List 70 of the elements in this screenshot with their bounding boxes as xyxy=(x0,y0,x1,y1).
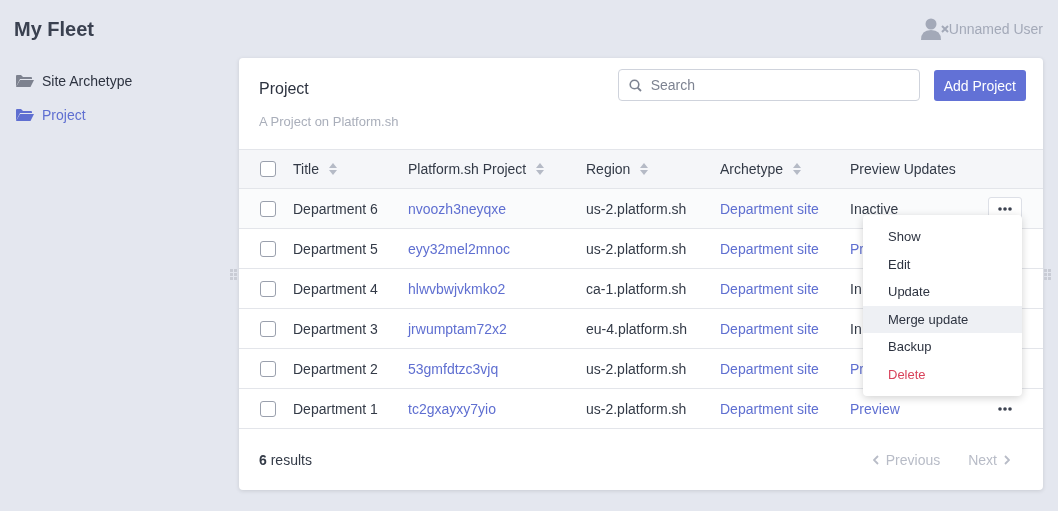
table-cell: Inactive xyxy=(850,200,899,217)
column-header[interactable]: Archetype xyxy=(720,161,802,177)
folder-icon xyxy=(15,108,34,122)
table-cell: us-2.platform.sh xyxy=(586,360,687,377)
archetype-link[interactable]: Department site xyxy=(720,200,819,217)
drag-handle-icon[interactable] xyxy=(1044,269,1051,280)
archetype-link[interactable]: Department site xyxy=(720,280,819,297)
preview-link[interactable]: Pr xyxy=(850,360,864,377)
menu-item[interactable]: Edit xyxy=(863,250,1022,278)
menu-item[interactable]: Delete xyxy=(863,360,1022,388)
results-count: 6 results xyxy=(259,451,312,468)
table-cell: us-2.platform.sh xyxy=(586,200,687,217)
project-link[interactable]: jrwumptam72x2 xyxy=(408,320,507,337)
sort-icon xyxy=(536,163,545,175)
row-checkbox[interactable] xyxy=(260,280,276,297)
panel-subtitle: A Project on Platform.sh xyxy=(259,114,399,129)
preview-link[interactable]: Pr xyxy=(850,240,864,257)
table-cell: us-2.platform.sh xyxy=(586,240,687,257)
chevron-right-icon xyxy=(1004,454,1010,465)
column-header[interactable]: Title xyxy=(293,161,337,177)
archetype-link[interactable]: Department site xyxy=(720,360,819,377)
drag-handle-icon[interactable] xyxy=(230,269,237,280)
project-link[interactable]: tc2gxayxy7yio xyxy=(408,400,496,417)
column-header[interactable]: Region xyxy=(586,161,649,177)
row-checkbox[interactable] xyxy=(260,400,276,417)
more-icon xyxy=(998,206,1012,211)
archetype-link[interactable]: Department site xyxy=(720,320,819,337)
archetype-link[interactable]: Department site xyxy=(720,240,819,257)
row-checkbox[interactable] xyxy=(260,240,276,257)
menu-item[interactable]: Backup xyxy=(863,333,1022,361)
table-cell: ca-1.platform.sh xyxy=(586,280,687,297)
sidebar-item[interactable]: Site Archetype xyxy=(0,64,239,98)
sort-icon xyxy=(328,163,337,175)
select-all-checkbox[interactable] xyxy=(260,161,276,177)
search-icon xyxy=(628,79,642,92)
table-cell: Department 3 xyxy=(293,320,378,337)
project-link[interactable]: hlwvbwjvkmko2 xyxy=(408,280,506,297)
search-field[interactable]: Search xyxy=(617,69,920,101)
sidebar-item[interactable]: Project xyxy=(0,98,239,132)
table-cell: Department 6 xyxy=(293,200,378,217)
preview-link[interactable]: Preview xyxy=(850,400,900,417)
more-icon xyxy=(998,406,1012,411)
add-project-button[interactable]: Add Project xyxy=(933,70,1026,101)
row-checkbox[interactable] xyxy=(260,360,276,377)
table-cell: us-2.platform.sh xyxy=(586,400,687,417)
panel-title: Project xyxy=(259,80,310,98)
table-cell: In xyxy=(850,320,862,337)
sort-icon xyxy=(640,163,649,175)
table-cell: Department 2 xyxy=(293,360,378,377)
project-link[interactable]: 53gmfdtzc3vjq xyxy=(408,360,499,377)
project-link[interactable]: nvoozh3neyqxe xyxy=(408,200,507,217)
project-link[interactable]: eyy32mel2mnoc xyxy=(408,240,510,257)
row-checkbox[interactable] xyxy=(260,320,276,337)
menu-item[interactable]: Update xyxy=(863,278,1022,306)
table-cell: Department 4 xyxy=(293,280,378,297)
app-title: My Fleet xyxy=(14,17,95,41)
table-cell: eu-4.platform.sh xyxy=(586,320,688,337)
column-header[interactable]: Preview Updates xyxy=(850,161,956,177)
archetype-link[interactable]: Department site xyxy=(720,400,819,417)
row-checkbox[interactable] xyxy=(260,200,276,217)
column-header[interactable]: Platform.sh Project xyxy=(408,161,545,177)
table-cell: In xyxy=(850,280,862,297)
menu-item[interactable]: Merge update xyxy=(863,305,1022,333)
chevron-left-icon xyxy=(872,454,879,465)
user-icon xyxy=(920,18,949,40)
menu-item[interactable]: Show xyxy=(863,223,1022,251)
sort-icon xyxy=(793,163,802,175)
folder-icon xyxy=(15,74,34,88)
table-cell: Department 1 xyxy=(293,400,378,417)
table-cell: Department 5 xyxy=(293,240,378,257)
